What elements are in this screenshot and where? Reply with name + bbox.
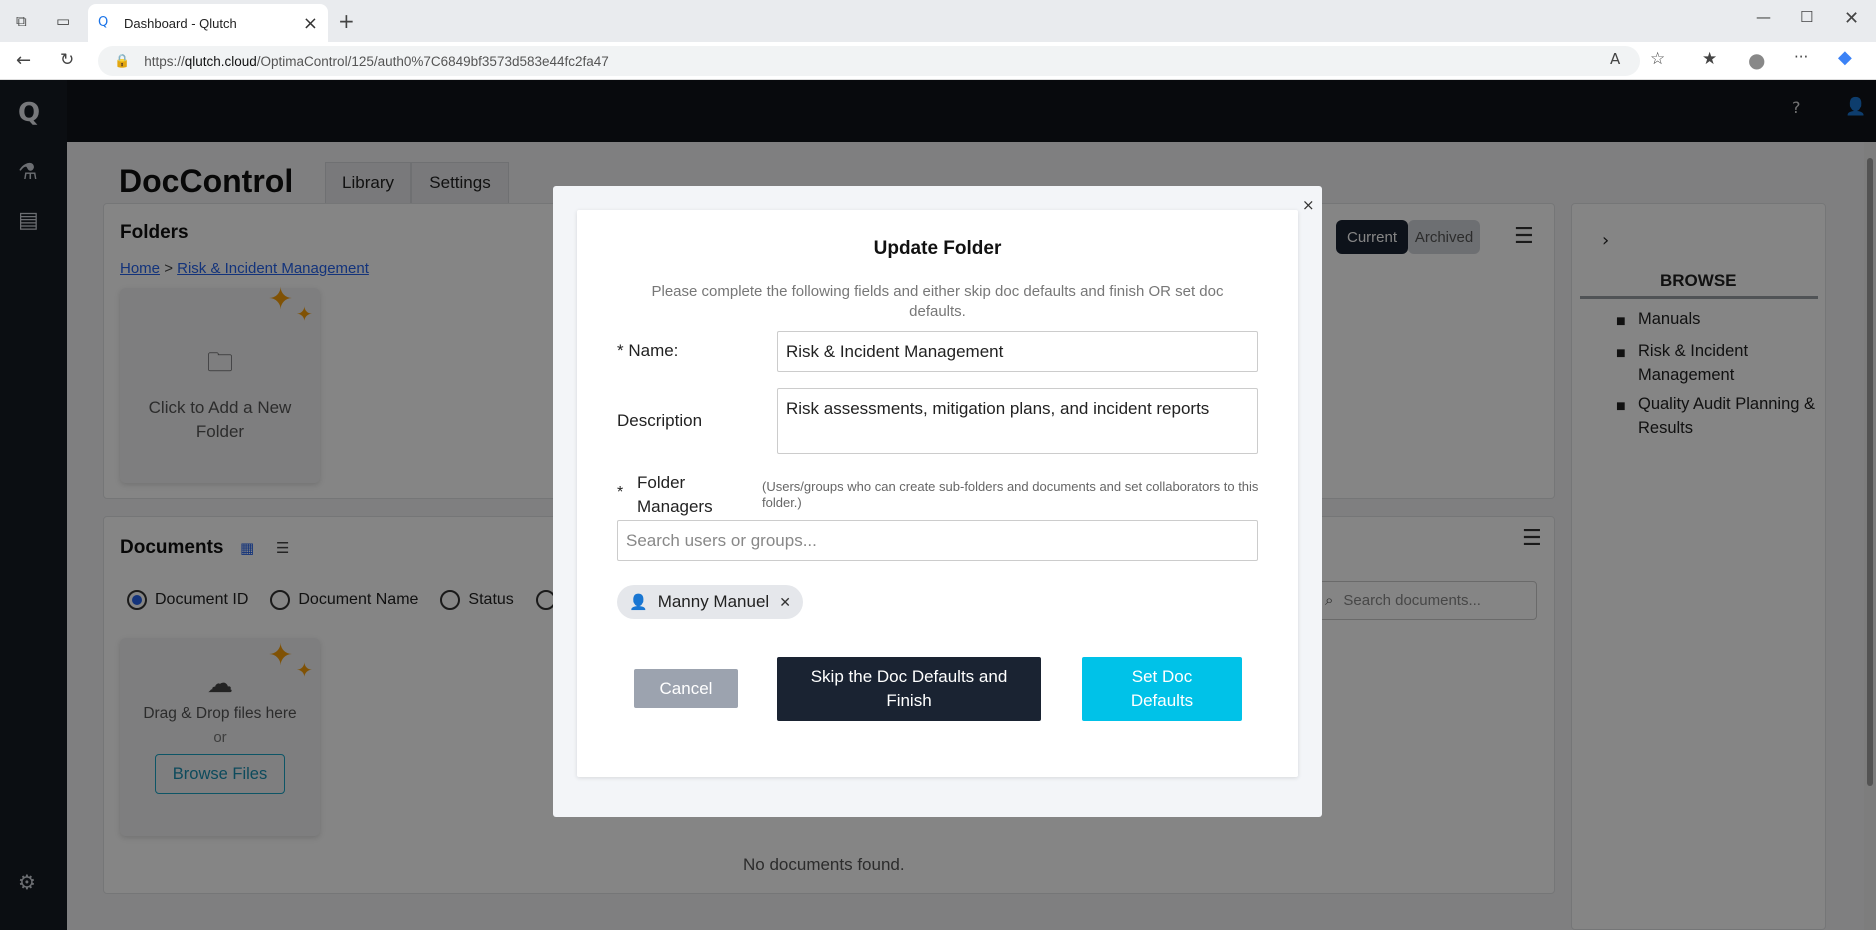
workspaces-icon[interactable]: ⧉ [16, 12, 27, 30]
favorites-icon[interactable]: ★ [1702, 49, 1717, 69]
chip-name: Manny Manuel [657, 592, 770, 611]
tab-actions-icon[interactable]: ▭ [56, 12, 70, 30]
url-field[interactable]: 🔒 https://qlutch.cloud/OptimaControl/125… [98, 46, 1640, 76]
copilot-icon[interactable]: ◆ [1838, 47, 1852, 68]
lock-icon: 🔒 [114, 53, 131, 68]
browser-addressbar: ← ↻ 🔒 https://qlutch.cloud/OptimaControl… [0, 42, 1876, 80]
person-icon: 👤 [629, 594, 648, 611]
read-aloud-icon[interactable]: A [1610, 50, 1620, 68]
url-path: /OptimaControl/125/auth0%7C6849bf3573d58… [256, 53, 609, 69]
browser-tabbar: ⧉ ▭ Q Dashboard - Qlutch × + — ☐ ✕ [0, 0, 1876, 42]
update-folder-modal: Update Folder Please complete the follow… [577, 210, 1298, 777]
back-icon[interactable]: ← [16, 50, 31, 71]
tab-title: Dashboard - Qlutch [124, 15, 237, 31]
more-icon[interactable]: ··· [1794, 48, 1808, 66]
required-star: * [617, 484, 624, 501]
maximize-icon[interactable]: ☐ [1800, 8, 1813, 26]
profile-icon[interactable]: ● [1748, 48, 1765, 72]
new-tab-icon[interactable]: + [338, 9, 355, 33]
skip-defaults-finish-button[interactable]: Skip the Doc Defaults and Finish [777, 657, 1041, 721]
remove-chip-icon[interactable]: ✕ [779, 594, 791, 611]
manager-chip: 👤 Manny Manuel ✕ [617, 585, 803, 619]
modal-subtitle: Please complete the following fields and… [651, 283, 1224, 320]
cancel-button[interactable]: Cancel [634, 669, 738, 708]
modal-title: Update Folder [873, 238, 1002, 259]
name-label: * Name: [617, 341, 679, 360]
url-prefix: https:// [144, 53, 185, 69]
set-doc-defaults-button[interactable]: Set Doc Defaults [1082, 657, 1242, 721]
refresh-icon[interactable]: ↻ [60, 50, 74, 70]
description-label: Description [617, 411, 703, 430]
name-field[interactable]: Risk & Incident Management [777, 331, 1258, 372]
minimize-icon[interactable]: — [1756, 8, 1771, 26]
qlutch-favicon-icon: Q [98, 15, 109, 30]
url-host: qlutch.cloud [184, 53, 257, 69]
search-users-input[interactable]: Search users or groups... [617, 520, 1258, 561]
description-field[interactable]: Risk assessments, mitigation plans, and … [777, 388, 1258, 454]
browser-tab[interactable]: Q Dashboard - Qlutch × [88, 4, 328, 42]
close-window-icon[interactable]: ✕ [1844, 8, 1859, 29]
folder-managers-label: Folder Managers [637, 473, 713, 516]
favorite-star-icon[interactable]: ☆ [1650, 49, 1665, 69]
modal-close-icon[interactable]: × [1302, 196, 1315, 214]
folder-managers-help: (Users/groups who can create sub-folders… [762, 479, 1259, 510]
close-tab-icon[interactable]: × [303, 13, 318, 34]
